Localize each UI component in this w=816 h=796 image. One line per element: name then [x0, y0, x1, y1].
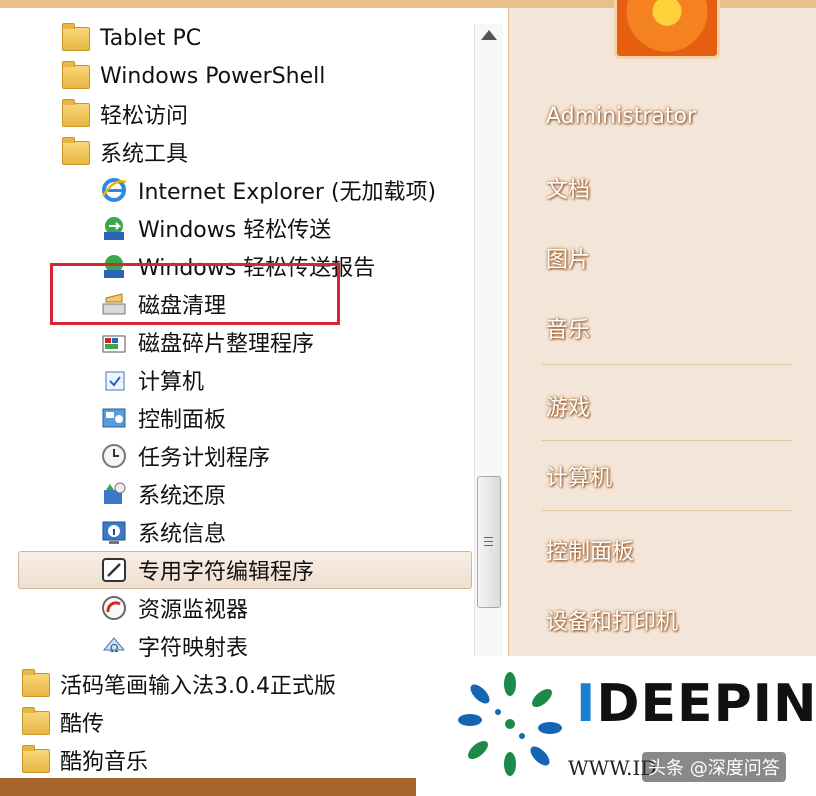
program-item-easy-transfer[interactable]: Windows 轻松传送: [100, 210, 331, 246]
program-item-label: Tablet PC: [100, 25, 202, 51]
right-divider: [542, 510, 792, 511]
link-music[interactable]: 音乐: [546, 312, 590, 344]
link-control-panel[interactable]: 控制面板: [546, 534, 634, 566]
program-item-private-character-editor[interactable]: 专用字符编辑程序: [100, 552, 314, 588]
back-bar[interactable]: [0, 778, 416, 796]
programs-scrollbar[interactable]: [474, 24, 503, 664]
folder-icon: [22, 707, 50, 736]
folder-icon: [22, 669, 50, 698]
program-item-task-scheduler[interactable]: 任务计划程序: [100, 438, 270, 474]
program-item-label: 控制面板: [138, 408, 227, 433]
easy-transfer-icon: [100, 214, 128, 242]
program-item-label: 资源监视器: [138, 598, 249, 623]
link-pictures[interactable]: 图片: [546, 242, 590, 274]
program-item-label: 酷传: [60, 712, 105, 737]
program-item-system-tools[interactable]: 系统工具: [62, 134, 188, 170]
program-item-disk-defragmenter[interactable]: 磁盘碎片整理程序: [100, 324, 314, 360]
program-item-system-restore[interactable]: 系统还原: [100, 476, 226, 512]
svg-text:Ω: Ω: [110, 642, 118, 655]
watermark-stamp: 头条 @深度问答: [642, 752, 786, 782]
private-character-editor-icon: [100, 556, 128, 584]
user-name-link[interactable]: Administrator: [546, 104, 696, 129]
link-devices-printers[interactable]: 设备和打印机: [546, 604, 678, 636]
right-divider: [542, 440, 792, 441]
character-map-icon: Ω: [100, 632, 128, 660]
disk-defragmenter-icon: [100, 328, 128, 356]
system-information-icon: [100, 518, 128, 546]
link-documents[interactable]: 文档: [546, 172, 590, 204]
right-divider: [542, 364, 792, 365]
program-item-label: 系统信息: [138, 522, 227, 547]
computer-icon: [100, 366, 128, 394]
folder-icon: [22, 745, 50, 774]
system-restore-icon: [100, 480, 128, 508]
program-item-computer[interactable]: 计算机: [100, 362, 204, 398]
task-scheduler-icon: [100, 442, 128, 470]
program-item-label: Internet Explorer (无加载项): [138, 180, 437, 205]
watermark: IDEEPIN WWW.ID 头条 @深度问答: [420, 656, 816, 796]
program-item-label: 计算机: [138, 370, 205, 395]
program-item-system-information[interactable]: 系统信息: [100, 514, 226, 550]
resource-monitor-icon: [100, 594, 128, 622]
program-item-kuchuan[interactable]: 酷传: [22, 704, 104, 740]
program-item-ease-of-access[interactable]: 轻松访问: [62, 96, 188, 132]
program-item-label: 酷狗音乐: [60, 750, 149, 775]
scroll-thumb[interactable]: [477, 476, 501, 608]
watermark-brand: IDEEPIN: [576, 674, 816, 734]
program-item-internet-explorer[interactable]: Internet Explorer (无加载项): [100, 172, 436, 208]
scroll-up-arrow-icon[interactable]: [481, 30, 497, 40]
program-item-windows-powershell[interactable]: Windows PowerShell: [62, 58, 325, 94]
program-item-tablet-pc[interactable]: Tablet PC: [62, 20, 201, 56]
control-panel-icon: [100, 404, 128, 432]
link-games[interactable]: 游戏: [546, 390, 590, 422]
program-item-label: 轻松访问: [100, 104, 189, 129]
highlight-annotation-box: [50, 263, 340, 325]
program-item-label: 任务计划程序: [138, 446, 271, 471]
internet-explorer-icon: [100, 176, 128, 204]
program-item-control-panel[interactable]: 控制面板: [100, 400, 226, 436]
user-avatar[interactable]: [614, 0, 720, 59]
program-item-input-method[interactable]: 活码笔画输入法3.0.4正式版: [22, 666, 336, 702]
folder-icon: [62, 137, 90, 166]
program-item-label: 字符映射表: [138, 636, 249, 661]
link-computer[interactable]: 计算机: [546, 460, 612, 492]
folder-icon: [62, 99, 90, 128]
program-item-label: Windows PowerShell: [100, 63, 326, 89]
program-item-kugou-music[interactable]: 酷狗音乐: [22, 742, 148, 778]
program-item-label: 系统还原: [138, 484, 227, 509]
folder-icon: [62, 23, 90, 52]
program-item-label: Windows 轻松传送: [138, 218, 332, 243]
program-item-label: 专用字符编辑程序: [138, 560, 315, 585]
program-item-character-map[interactable]: Ω 字符映射表: [100, 628, 248, 664]
folder-icon: [62, 61, 90, 90]
watermark-logo-icon: [458, 672, 562, 776]
program-item-label: 磁盘碎片整理程序: [138, 332, 315, 357]
program-item-resource-monitor[interactable]: 资源监视器: [100, 590, 248, 626]
program-item-label: 系统工具: [100, 142, 189, 167]
program-item-label: 活码笔画输入法3.0.4正式版: [60, 674, 336, 699]
